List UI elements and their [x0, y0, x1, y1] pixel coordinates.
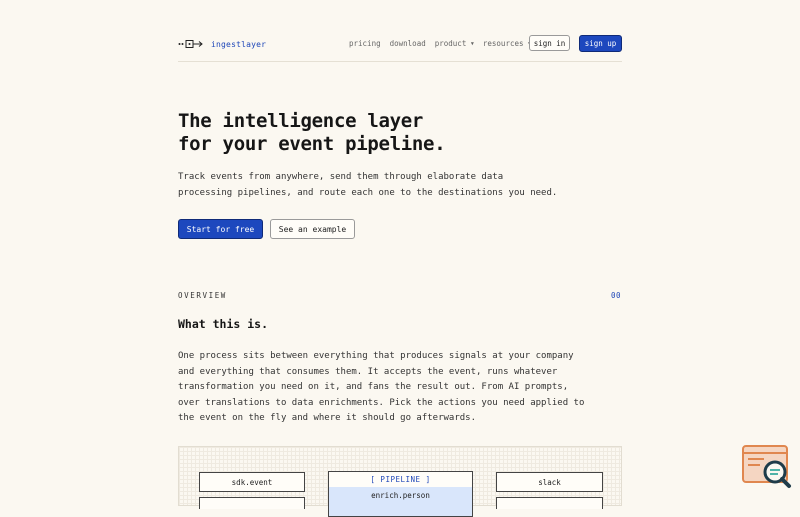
brand-name: ingestlayer [211, 39, 267, 49]
overview-paragraph: One process sits between everything that… [178, 349, 618, 427]
nav-link-pricing[interactable]: pricing [349, 39, 381, 48]
chevron-down-icon: ▼ [470, 41, 474, 47]
nav-link-download[interactable]: download [390, 39, 426, 48]
nav-link-product[interactable]: product ▼ [435, 39, 474, 48]
nav-link-resources[interactable]: resources ▼ [483, 39, 531, 48]
hero-subtitle-line-1: Track events from anywhere, send them th… [178, 172, 504, 182]
section-label: OVERVIEW [178, 291, 227, 300]
brand-logo[interactable]: ingestlayer [178, 38, 266, 50]
pipeline-body: enrich.person [328, 487, 473, 517]
diagram-source-node-2 [199, 497, 305, 509]
section-heading: What this is. [178, 317, 269, 331]
nav-links: pricing download product ▼ resources ▼ [349, 39, 531, 48]
sign-up-button[interactable]: sign up [579, 35, 622, 52]
top-nav: ingestlayer pricing download product ▼ r… [178, 34, 622, 54]
hero-subtitle: Track events from anywhere, send them th… [178, 170, 598, 201]
hero-title: The intelligence layer for your event pi… [178, 110, 446, 156]
search-widget-icon[interactable] [742, 444, 792, 490]
pipeline-step: enrich.person [371, 491, 430, 500]
see-example-button[interactable]: See an example [270, 219, 355, 239]
hero-subtitle-line-2: processing pipelines, and route each one… [178, 187, 558, 198]
overview-line: over translations to data enrichments. P… [178, 397, 585, 408]
hero-title-line-2: for your event pipeline. [178, 133, 446, 155]
overview-line: and everything that consumes them. It ac… [178, 366, 558, 377]
pipeline-header: [ PIPELINE ] [328, 471, 473, 488]
section-number: 00 [611, 291, 622, 300]
pipeline-diagram: sdk.event [ PIPELINE ] enrich.person sla… [178, 446, 622, 517]
diagram-source-node: sdk.event [199, 472, 305, 492]
sign-in-button[interactable]: sign in [529, 35, 570, 51]
nav-link-product-label: product [434, 39, 467, 48]
overview-line: One process sits between everything that… [178, 351, 574, 361]
start-for-free-button[interactable]: Start for free [178, 219, 263, 239]
hero-title-line-1: The intelligence layer [178, 110, 424, 132]
overview-line: transformation you need on it, and fans … [178, 382, 569, 392]
nav-link-resources-label: resources [482, 39, 524, 48]
overview-line: the event on the fly and where it should… [178, 413, 477, 423]
diagram-destination-node: slack [496, 472, 603, 492]
logo-icon [178, 40, 203, 48]
nav-divider [178, 61, 622, 62]
diagram-destination-node-2 [496, 497, 603, 509]
